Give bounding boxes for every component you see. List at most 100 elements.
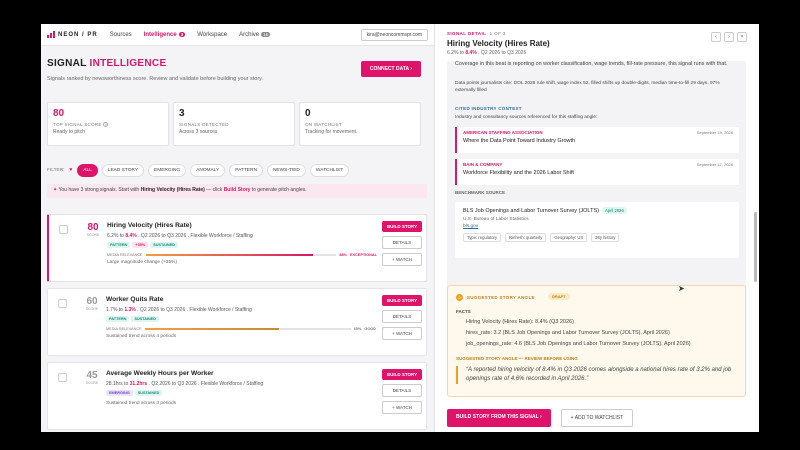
detail-to: 8.4%: [465, 50, 477, 56]
bench-tag: 26y history: [591, 233, 620, 242]
signal-list-pane: NEON / PR Sources Intelligence 3 Workspac…: [41, 24, 434, 432]
filter-watchlist[interactable]: WATCHLIST: [309, 164, 350, 177]
next-icon[interactable]: ›: [724, 32, 734, 42]
prev-icon[interactable]: ‹: [711, 32, 721, 42]
account-email[interactable]: kira@neoncommspr.com: [360, 28, 428, 41]
detail-caption-label: SIGNAL DETAIL: [447, 31, 487, 36]
meta-rest: . Q2 2026 to Q3 2026 . Flexible Workforc…: [136, 233, 253, 239]
details-button[interactable]: DETAILS: [382, 236, 422, 249]
build-story-button[interactable]: BUILD STORY: [382, 221, 422, 232]
nav-intelligence[interactable]: Intelligence 3: [143, 31, 186, 38]
meta-from: 28.1hrs to: [106, 381, 130, 387]
source-title: Workforce Flexibility and the 2026 Labor…: [463, 170, 574, 176]
signal-card[interactable]: 60 SCORE Worker Quits Rate 1.7% to 1.3% .…: [47, 288, 427, 356]
filter-pattern[interactable]: PATTERN: [229, 164, 263, 177]
source-title: Where the Data Point Toward Industry Gro…: [463, 138, 576, 144]
story-quote: “A reported hiring velocity of 8.4% in Q…: [456, 366, 736, 384]
datapoints-text: Data points journalists cite: DOL 2026 r…: [455, 81, 720, 93]
relevance-bar: [144, 328, 351, 330]
filter-anomaly[interactable]: ANOMALY: [190, 164, 226, 177]
logo-text: NEON / PR: [58, 31, 98, 38]
watch-button[interactable]: + WATCH: [382, 327, 422, 340]
detail-scroll-panel[interactable]: Coverage in this beat is reporting on wo…: [447, 61, 746, 291]
signal-meta: 28.1hrs to 31.2hrs . Q2 2026 to Q3 2026 …: [106, 381, 263, 387]
stats-row: 80 TOP SIGNAL SCORE ? Ready to pitch 3 S…: [47, 102, 421, 146]
source-date: September 17, 2026: [696, 162, 733, 167]
source-card[interactable]: BAIN & COMPANY September 17, 2026 Workfo…: [455, 159, 739, 185]
tag: SUSTAINED: [150, 242, 178, 248]
source-org: BAIN & COMPANY: [463, 162, 503, 167]
media-relevance: MEDIA RELEVANCE 88% EXCEPTIONAL: [107, 253, 377, 257]
signal-meta: 6.2% to 8.4% . Q2 2026 to Q3 2026 . Flex…: [107, 233, 253, 239]
relevance-bar: [145, 254, 337, 256]
relevance-label: MEDIA RELEVANCE: [106, 327, 142, 331]
mouse-cursor-icon: ➤: [678, 284, 685, 293]
page-header: SIGNAL INTELLIGENCE Signals ranked by ne…: [47, 58, 427, 82]
score-label: SCORE: [85, 307, 99, 311]
tag: PATTERN: [106, 316, 130, 322]
detail-title: Hiring Velocity (Hires Rate): [447, 39, 550, 48]
detail-nav: ‹ › ×: [711, 32, 747, 42]
add-to-watchlist-button[interactable]: + ADD TO WATCHLIST: [560, 409, 634, 427]
scrollbar[interactable]: [754, 212, 757, 282]
banner-text-3: to generate pitch angles.: [250, 187, 307, 193]
page-title-a: SIGNAL: [47, 58, 90, 69]
details-button[interactable]: DETAILS: [382, 384, 422, 397]
signal-card[interactable]: 80 SCORE Hiring Velocity (Hires Rate) 6.2…: [47, 214, 427, 282]
relevance-pct: 65%: [353, 327, 362, 331]
meta-from: 1.7% to: [106, 307, 125, 313]
tip-banner: ✦ You have 3 strong signals. Start with …: [47, 184, 427, 198]
build-story-button[interactable]: BUILD STORY: [382, 369, 422, 380]
bench-tag: Refresh: quarterly: [505, 233, 547, 242]
connect-data-button[interactable]: CONNECT DATA ›: [360, 61, 421, 77]
source-date: September 19, 2026: [696, 130, 733, 135]
close-icon[interactable]: ×: [737, 32, 747, 42]
logo-icon: [47, 31, 55, 38]
nav-workspace[interactable]: Workspace: [197, 32, 227, 38]
detail-from: 6.2% to: [447, 50, 466, 56]
build-story-from-signal-button[interactable]: BUILD STORY FROM THIS SIGNAL ›: [447, 409, 551, 427]
relevance-fill: [144, 328, 279, 330]
banner-build-link[interactable]: Build Story: [224, 187, 251, 193]
filter-all[interactable]: ALL: [77, 164, 98, 177]
filter-icon: ▼: [68, 168, 74, 173]
build-story-button[interactable]: BUILD STORY: [382, 295, 422, 306]
details-button[interactable]: DETAILS: [382, 310, 422, 323]
signal-title: Worker Quits Rate: [106, 296, 164, 303]
select-checkbox[interactable]: [59, 225, 68, 234]
card-actions: BUILD STORY DETAILS + WATCH: [382, 221, 422, 266]
nav-sources[interactable]: Sources: [110, 32, 132, 38]
watch-button[interactable]: + WATCH: [382, 401, 422, 414]
signal-title: Hiring Velocity (Hires Rate): [107, 222, 192, 229]
filter-label: FILTER:: [47, 168, 65, 173]
cited-header: CITED INDUSTRY CONTEXT: [455, 106, 522, 111]
top-nav: NEON / PR Sources Intelligence 3 Workspac…: [41, 24, 434, 46]
signal-title: Average Weekly Hours per Worker: [106, 370, 214, 377]
info-icon[interactable]: ?: [103, 122, 109, 127]
bench-link[interactable]: bls.gov: [463, 224, 731, 229]
meta-to: 31.2hrs: [129, 381, 148, 387]
score-label: SCORE: [86, 233, 100, 237]
stat-value: 0: [305, 108, 311, 119]
tag: EMERGING: [106, 390, 133, 396]
stat-top-score: 80 TOP SIGNAL SCORE ? Ready to pitch: [47, 102, 169, 146]
stat-value: 3: [179, 108, 185, 119]
select-checkbox[interactable]: [58, 299, 67, 308]
media-relevance: MEDIA RELEVANCE 65% GOOD: [106, 327, 376, 331]
score-value: 45: [86, 370, 98, 381]
nav-intelligence-label: Intelligence: [143, 31, 177, 38]
filter-emerging[interactable]: EMERGING: [148, 164, 187, 177]
source-card[interactable]: AMERICAN STAFFING ASSOCIATION September …: [455, 127, 739, 153]
select-checkbox[interactable]: [58, 373, 67, 382]
stat-label: SIGNALS DETECTED: [179, 122, 229, 127]
banner-text-2: — click: [204, 187, 224, 193]
signal-card[interactable]: 45 SCORE Average Weekly Hours per Worker …: [47, 362, 427, 430]
watch-button[interactable]: + WATCH: [382, 253, 422, 266]
bench-header: BENCHMARK SOURCE: [455, 190, 506, 195]
nav-archive[interactable]: Archive 16: [239, 31, 271, 38]
logo[interactable]: NEON / PR: [47, 31, 98, 38]
detail-caption: SIGNAL DETAIL 1 OF 3: [447, 31, 506, 36]
meta-to: 8.4%: [125, 233, 137, 239]
filter-news-tied[interactable]: NEWS-TIED: [266, 164, 306, 177]
filter-lead-story[interactable]: LEAD STORY: [101, 164, 145, 177]
